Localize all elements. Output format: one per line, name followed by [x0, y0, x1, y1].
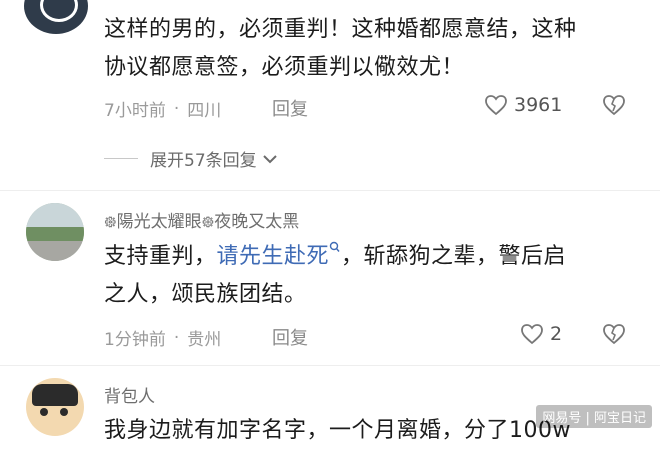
watermark: 网易号 | 阿宝日记	[536, 405, 652, 428]
dislike-heart-icon	[603, 324, 625, 345]
avatar[interactable]	[26, 378, 84, 436]
like-heart-icon	[485, 95, 507, 116]
like-heart-icon	[521, 324, 543, 345]
avatar[interactable]	[26, 203, 84, 261]
dislike-button[interactable]	[602, 94, 626, 120]
dislike-heart-icon	[603, 95, 625, 116]
comment-text: 这样的男的，必须重判！这种婚都愿意结，这种 协议都愿意签，必须重判以儆效尤！	[104, 17, 577, 80]
comment-text: 我身边就有加字名字，一个月离婚，分了100w	[104, 418, 571, 443]
expand-replies-label: 展开57条回复	[150, 151, 257, 171]
comment-location: 四川	[187, 101, 222, 121]
comment-meta: 1分钟前 · 贵州	[104, 325, 222, 351]
divider	[0, 365, 660, 366]
comment-text-suffix: ，斩舔狗之辈，警后启	[341, 244, 567, 269]
like-button[interactable]: 2	[520, 323, 562, 345]
comment-text-prefix: 支持重判，	[104, 244, 217, 269]
username[interactable]: 背包人	[104, 382, 155, 407]
expand-replies-button[interactable]: 展开57条回复	[104, 146, 279, 171]
comment-time: 1分钟前	[104, 330, 166, 350]
chevron-down-icon	[262, 154, 277, 163]
comment-location: 贵州	[187, 330, 222, 350]
reply-button[interactable]: 回复	[272, 324, 308, 350]
like-count: 3961	[514, 94, 563, 116]
dislike-button[interactable]	[602, 323, 626, 349]
username[interactable]: ᪥陽光太耀眼᪥夜晚又太黑	[104, 207, 299, 236]
comment-meta: 7小时前 · 四川	[104, 96, 222, 122]
comment-time: 7小时前	[104, 101, 166, 121]
reply-button[interactable]: 回复	[272, 95, 308, 121]
avatar[interactable]	[24, 0, 88, 34]
like-count: 2	[550, 323, 563, 345]
divider	[0, 190, 660, 191]
comment-text: 支持重判，请先生赴死 ，斩舔狗之辈，警后启 之人，颂民族团结。	[104, 238, 566, 314]
like-button[interactable]: 3961	[484, 94, 562, 116]
search-link[interactable]: 请先生赴死	[217, 244, 330, 269]
search-suffix-icon[interactable]	[329, 241, 341, 255]
